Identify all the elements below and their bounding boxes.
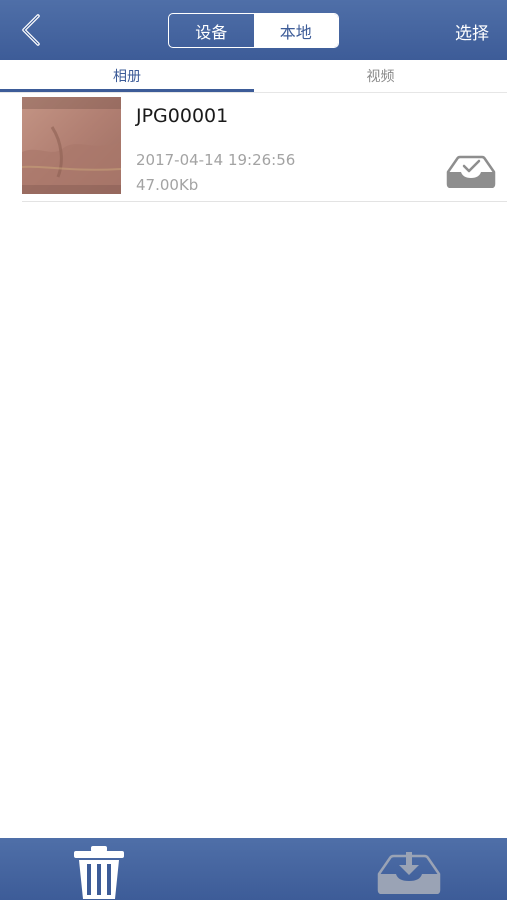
delete-button[interactable] [72, 845, 126, 900]
inbox-check-icon [446, 154, 496, 189]
save-to-device-button[interactable] [376, 850, 442, 895]
bottom-toolbar [0, 838, 507, 900]
chevron-left-icon [22, 14, 40, 46]
list-divider [22, 201, 507, 202]
file-size: 47.00Kb [136, 176, 199, 194]
file-date: 2017-04-14 19:26:56 [136, 151, 296, 169]
file-list-item[interactable]: JPG00001 2017-04-14 19:26:56 47.00Kb [0, 93, 507, 202]
back-button[interactable] [14, 12, 50, 48]
segment-local[interactable]: 本地 [253, 14, 338, 47]
top-navigation-bar: 设备 本地 选择 [0, 0, 507, 60]
download-tray-icon [377, 852, 441, 895]
select-button[interactable]: 选择 [455, 19, 489, 44]
trash-icon [74, 846, 124, 899]
media-tabs: 相册 视频 [0, 60, 507, 92]
file-name: JPG00001 [136, 105, 229, 127]
segment-device[interactable]: 设备 [169, 14, 254, 47]
tab-album[interactable]: 相册 [0, 60, 254, 92]
tab-video[interactable]: 视频 [254, 60, 507, 92]
photo-thumbnail [22, 97, 121, 194]
source-segmented-control: 设备 本地 [168, 13, 339, 48]
